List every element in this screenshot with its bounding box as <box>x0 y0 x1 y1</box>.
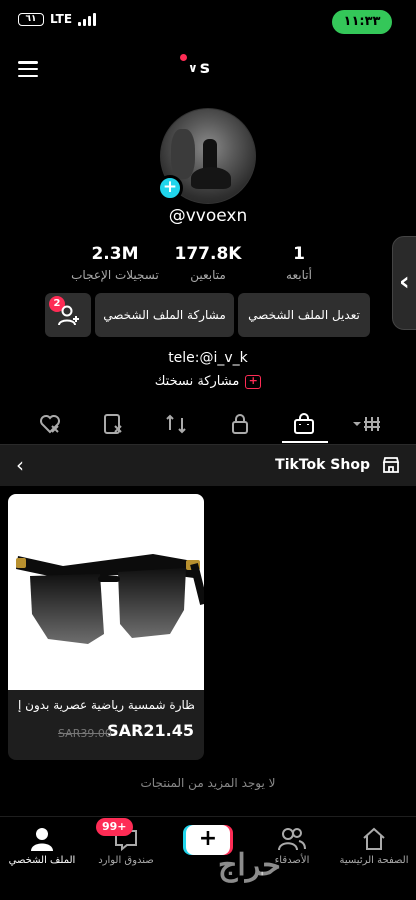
status-time: ١١:٣٣ <box>332 10 392 34</box>
add-friends-button[interactable]: 2 <box>45 293 91 337</box>
stat-following[interactable]: 1 أتابعه <box>244 244 354 282</box>
signal-icon <box>78 12 97 26</box>
bio[interactable]: tele:@i_v_k <box>0 350 416 366</box>
stat-following-label: أتابعه <box>286 268 312 282</box>
inbox-badge: 99+ <box>96 818 133 836</box>
home-icon <box>363 827 385 850</box>
liked-hidden-icon[interactable] <box>38 412 62 436</box>
back-chevron-icon[interactable]: ‹ <box>16 453 24 477</box>
network-type: LTE <box>50 12 73 26</box>
status-bar: ٦١ LTE ١١:٣٣ <box>0 0 416 46</box>
friends-icon <box>278 828 306 851</box>
chevron-down-icon: ∨ <box>188 61 198 75</box>
shop-title: TikTok Shop <box>275 457 370 473</box>
sunglasses-image <box>16 554 204 644</box>
content-tabs <box>0 404 416 444</box>
battery-icon: ٦١ <box>18 12 44 26</box>
bottom-nav: الصفحة الرئيسية الأصدقاء + صندوق الوارد <box>0 816 416 900</box>
nav-profile[interactable]: الملف الشخصي <box>2 823 82 866</box>
share-copy-label: مشاركة نسختك <box>154 374 240 389</box>
stat-following-value: 1 <box>293 244 305 264</box>
profile-icon <box>31 828 53 851</box>
nav-home-label: الصفحة الرئيسية <box>339 855 409 866</box>
private-videos-icon[interactable] <box>101 412 125 436</box>
product-name: نظارة شمسية رياضية عصرية بدون إ... <box>18 698 194 712</box>
shop-header: ‹ TikTok Shop <box>0 444 416 486</box>
share-profile-button[interactable]: مشاركة الملف الشخصي <box>95 293 234 337</box>
edit-profile-button[interactable]: تعديل الملف الشخصي <box>238 293 370 337</box>
notification-dot <box>180 54 187 61</box>
no-more-products: لا يوجد المزيد من المنتجات <box>140 776 276 790</box>
nav-home[interactable]: الصفحة الرئيسية <box>334 823 414 866</box>
lock-icon[interactable] <box>228 412 252 436</box>
nav-profile-label: الملف الشخصي <box>8 855 76 866</box>
videos-grid-icon[interactable] <box>352 412 382 436</box>
share-copy-link[interactable]: مشاركة نسختك + <box>0 374 416 389</box>
product-image <box>8 494 204 690</box>
nav-inbox-label: صندوق الوارد <box>98 855 154 866</box>
account-switcher[interactable]: ∨ s <box>180 54 210 78</box>
status-indicators: ٦١ LTE <box>18 12 97 26</box>
product-price: SAR21.45 <box>107 721 194 740</box>
repost-icon[interactable] <box>164 412 188 436</box>
side-panel-handle[interactable]: ‹ <box>392 236 416 330</box>
account-initial: s <box>199 58 210 78</box>
store-icon[interactable] <box>382 456 400 474</box>
add-story-icon[interactable]: + <box>157 175 183 201</box>
watermark-logo: حراج <box>218 848 281 883</box>
chevron-left-icon: ‹ <box>399 267 410 297</box>
add-user-icon <box>58 305 79 326</box>
product-card[interactable]: نظارة شمسية رياضية عصرية بدون إ... SAR21… <box>8 494 204 760</box>
shop-bag-icon[interactable] <box>292 412 316 436</box>
menu-icon[interactable] <box>18 61 38 77</box>
add-icon: + <box>245 374 262 389</box>
product-old-price: SAR39.00 <box>58 727 112 740</box>
active-tab-indicator <box>282 441 328 443</box>
username: @vvoexn <box>168 206 248 226</box>
